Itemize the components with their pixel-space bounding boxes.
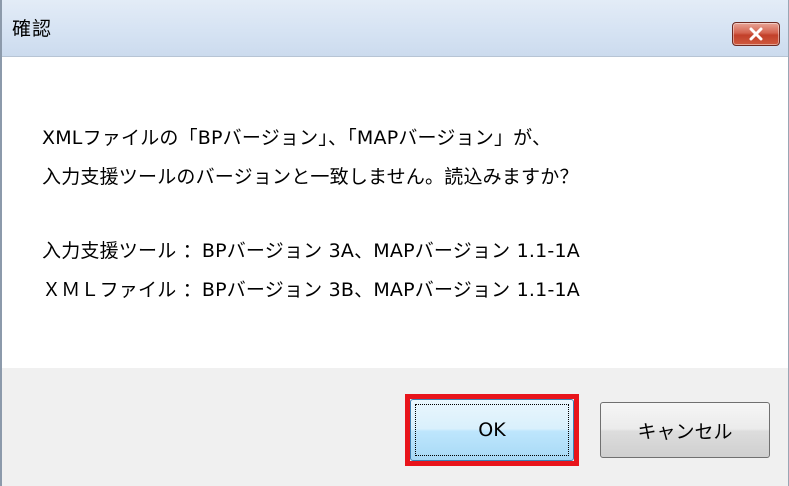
version-line-tool: 入力支援ツール ：BPバージョン 3A、MAPバージョン 1.1-1A bbox=[42, 240, 580, 262]
message-area: XMLファイルの「BPバージョン」、「MAPバージョン」が、 入力支援ツールのバ… bbox=[2, 57, 788, 368]
confirm-dialog: 確認 XMLファイルの「BPバージョン」、「MAPバージョン」が、 入力支援ツー… bbox=[0, 0, 789, 486]
message-line-2: 入力支援ツールのバージョンと一致しません。読込みますか？ bbox=[42, 166, 579, 188]
ok-button[interactable]: OK bbox=[410, 399, 574, 461]
message-line-1: XMLファイルの「BPバージョン」、「MAPバージョン」が、 bbox=[42, 127, 552, 149]
window-title: 確認 bbox=[12, 18, 53, 40]
title-bar[interactable]: 確認 bbox=[2, 0, 788, 57]
close-button[interactable] bbox=[732, 22, 780, 46]
close-icon bbox=[733, 23, 779, 45]
cancel-button[interactable]: キャンセル bbox=[600, 402, 770, 458]
focus-rectangle bbox=[415, 404, 569, 456]
cancel-button-label: キャンセル bbox=[637, 420, 733, 443]
version-line-xml: ＸＭＬファイル ：BPバージョン 3B、MAPバージョン 1.1-1A bbox=[42, 279, 580, 301]
